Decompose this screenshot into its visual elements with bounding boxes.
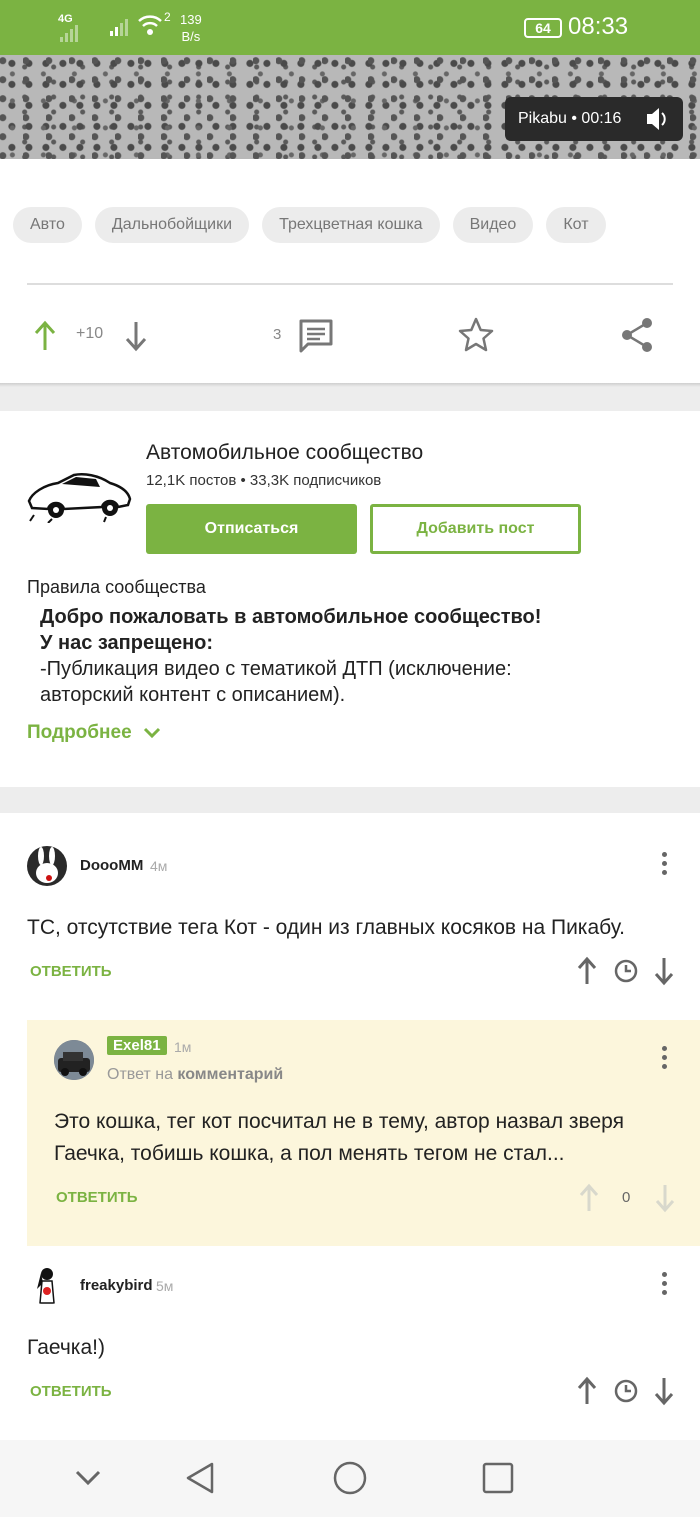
reply-to-link[interactable]: комментарий — [177, 1066, 283, 1083]
post-actions: +10 3 — [0, 300, 700, 370]
section-separator — [0, 383, 700, 411]
comment-rating: 0 — [622, 1189, 631, 1206]
divider — [27, 283, 673, 285]
rules-welcome: Добро пожаловать в автомобильное сообщес… — [40, 606, 542, 628]
back-icon[interactable] — [185, 1461, 215, 1500]
chevron-down-icon[interactable] — [74, 1468, 102, 1493]
avatar[interactable] — [27, 846, 67, 886]
unsubscribe-button[interactable]: Отписаться — [146, 504, 357, 554]
downvote-icon[interactable] — [653, 1376, 675, 1411]
tag-truckers[interactable]: Дальнобойщики — [94, 207, 250, 243]
reply-button[interactable]: ОТВЕТИТЬ — [30, 963, 112, 980]
comments-count: 3 — [273, 326, 282, 343]
upvote-icon[interactable] — [576, 1376, 598, 1411]
tag-cat[interactable]: Кот — [546, 207, 606, 243]
clock: 08:33 — [568, 13, 629, 40]
home-icon[interactable] — [333, 1461, 367, 1500]
more-label: Подробнее — [27, 722, 132, 743]
rules-text: Добро пожаловать в автомобильное сообщес… — [40, 604, 541, 708]
comment-text: Это кошка, тег кот посчитал не в тему, а… — [54, 1110, 624, 1165]
tag-list: Авто Дальнобойщики Трехцветная кошка Вид… — [13, 207, 606, 243]
comment-icon[interactable] — [298, 318, 334, 359]
comment-author[interactable]: Exel81 — [107, 1036, 167, 1055]
clock-icon[interactable] — [614, 1379, 638, 1408]
rules-forbidden: У нас запрещено: — [40, 632, 214, 654]
community-title[interactable]: Автомобильное сообщество — [146, 441, 423, 465]
signal-1-icon — [60, 22, 78, 42]
wifi-badge: 2 — [164, 10, 171, 24]
tag-auto[interactable]: Авто — [13, 207, 82, 243]
community-stats: 12,1K постов • 33,3K подписчиков — [146, 472, 382, 489]
share-icon[interactable] — [620, 317, 654, 358]
post-rating: +10 — [76, 325, 104, 342]
more-options-icon[interactable] — [662, 1272, 668, 1299]
comment-text: Гаечка!) — [27, 1336, 105, 1359]
rules-line: -Публикация видео с тематикой ДТП (исклю… — [40, 658, 512, 680]
downvote-icon[interactable] — [124, 320, 148, 357]
upvote-icon[interactable] — [578, 1183, 600, 1218]
reply-button[interactable]: ОТВЕТИТЬ — [56, 1189, 138, 1206]
downvote-icon[interactable] — [653, 956, 675, 991]
tag-video[interactable]: Видео — [452, 207, 534, 243]
network-speed: 139 B/s — [180, 12, 202, 44]
upvote-icon[interactable] — [33, 320, 57, 357]
upvote-icon[interactable] — [576, 956, 598, 991]
volume-icon[interactable] — [645, 97, 669, 159]
community-card: Автомобильное сообщество 12,1K постов • … — [0, 411, 700, 787]
more-button[interactable]: Подробнее — [27, 722, 162, 744]
star-icon[interactable] — [457, 316, 495, 359]
comment-author[interactable]: freakybird — [80, 1277, 153, 1294]
comment-time: 1м — [174, 1039, 192, 1055]
battery-indicator: 64 — [524, 18, 562, 38]
signal-2-icon — [110, 16, 128, 36]
avatar[interactable] — [27, 1265, 67, 1305]
more-options-icon[interactable] — [662, 1046, 668, 1073]
comment-author[interactable]: DoooMM — [80, 857, 143, 874]
avatar[interactable] — [54, 1040, 94, 1080]
downvote-icon[interactable] — [654, 1183, 676, 1218]
wifi-icon — [138, 12, 162, 43]
rules-heading: Правила сообщества — [27, 577, 206, 597]
community-logo[interactable] — [26, 471, 132, 528]
reply-button[interactable]: ОТВЕТИТЬ — [30, 1383, 112, 1400]
recents-icon[interactable] — [482, 1462, 514, 1499]
status-bar: 4G 2 139 B/s 64 08:33 — [0, 0, 700, 55]
comment-time: 4м — [150, 858, 168, 874]
comment-text: ТС, отсутствие тега Кот - один из главны… — [27, 916, 625, 939]
tag-tricolor-cat[interactable]: Трехцветная кошка — [262, 207, 440, 243]
system-nav-bar — [0, 1440, 700, 1517]
comment-time: 5м — [156, 1278, 174, 1294]
chevron-down-icon — [143, 727, 160, 739]
section-separator — [0, 787, 700, 813]
rules-line: авторский контент с описанием). — [40, 684, 346, 706]
clock-icon[interactable] — [614, 959, 638, 988]
video-player[interactable]: Pikabu • 00:16 — [0, 55, 700, 159]
more-options-icon[interactable] — [662, 852, 668, 879]
reply-to: Ответ на комментарий — [107, 1066, 284, 1083]
video-badge: Pikabu • 00:16 — [505, 97, 683, 141]
add-post-button[interactable]: Добавить пост — [370, 504, 581, 554]
